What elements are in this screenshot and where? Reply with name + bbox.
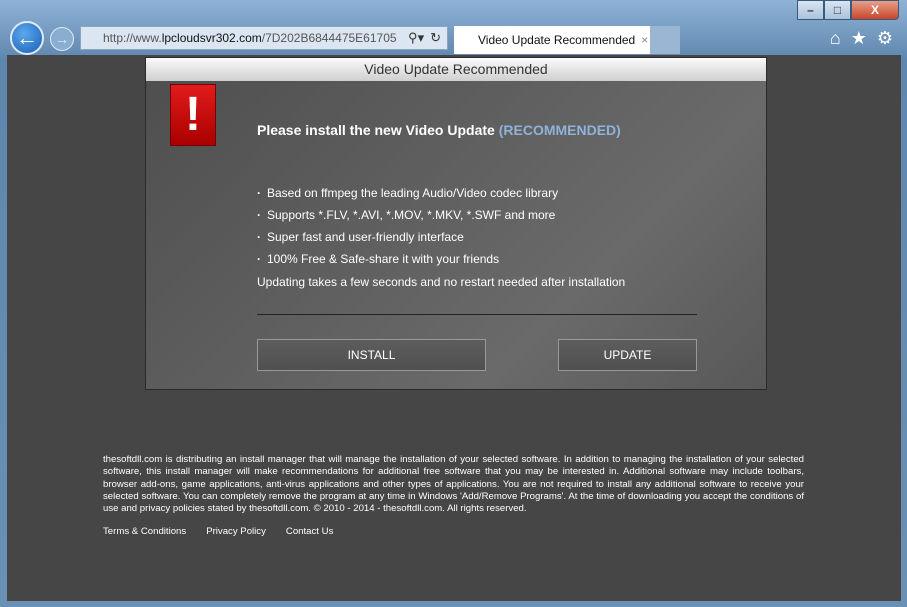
gear-icon[interactable]: ⚙ <box>877 28 893 49</box>
tab-video-update[interactable]: Video Update Recommended × <box>454 26 650 54</box>
disclaimer-text: thesoftdll.com is distributing an instal… <box>103 454 804 515</box>
window-controls: – □ X <box>797 0 899 20</box>
install-button[interactable]: INSTALL <box>257 339 486 371</box>
close-window-button[interactable]: X <box>851 0 899 20</box>
star-icon[interactable]: ★ <box>851 28 867 49</box>
divider <box>257 314 697 315</box>
page-content: Video Update Recommended ! Please instal… <box>7 55 901 601</box>
terms-link[interactable]: Terms & Conditions <box>103 526 186 537</box>
dialog-title: Video Update Recommended <box>146 58 766 81</box>
home-icon[interactable]: ⌂ <box>830 28 841 49</box>
search-icon[interactable]: ⚲▾ <box>408 30 424 46</box>
list-item: Super fast and user-friendly interface <box>257 229 558 251</box>
forward-arrow-icon[interactable]: → <box>50 27 74 51</box>
url-prefix: http://www. <box>103 31 162 45</box>
list-item: 100% Free & Safe-share it with your frie… <box>257 251 558 273</box>
tab-close-icon[interactable]: × <box>641 33 648 47</box>
list-item: Supports *.FLV, *.AVI, *.MOV, *.MKV, *.S… <box>257 207 558 229</box>
refresh-icon[interactable]: ↻ <box>430 30 441 46</box>
update-dialog: Video Update Recommended ! Please instal… <box>145 57 767 390</box>
warning-icon: ! <box>170 84 216 146</box>
url-host: lpcloudsvr302.com <box>161 31 262 45</box>
back-arrow-icon[interactable]: ← <box>10 21 44 55</box>
url-path: /7D202B6844475E61705 <box>261 31 397 45</box>
heading-accent: (RECOMMENDED) <box>498 122 621 138</box>
contact-link[interactable]: Contact Us <box>286 526 333 537</box>
privacy-link[interactable]: Privacy Policy <box>206 526 266 537</box>
maximize-button[interactable]: □ <box>824 0 851 20</box>
address-bar[interactable]: http://www. lpcloudsvr302.com/7D202B68444… <box>80 26 448 50</box>
tab-title: Video Update Recommended <box>478 33 636 47</box>
heading-text: Please install the new Video Update <box>257 122 495 138</box>
dialog-heading: Please install the new Video Update (REC… <box>257 122 621 138</box>
update-note: Updating takes a few seconds and no rest… <box>257 275 626 289</box>
update-button[interactable]: UPDATE <box>558 339 697 371</box>
list-item: Based on ffmpeg the leading Audio/Video … <box>257 185 558 207</box>
feature-list: Based on ffmpeg the leading Audio/Video … <box>257 185 558 273</box>
footer-links: Terms & Conditions Privacy Policy Contac… <box>103 526 333 537</box>
new-tab-button[interactable] <box>650 26 680 54</box>
minimize-button[interactable]: – <box>797 0 824 20</box>
